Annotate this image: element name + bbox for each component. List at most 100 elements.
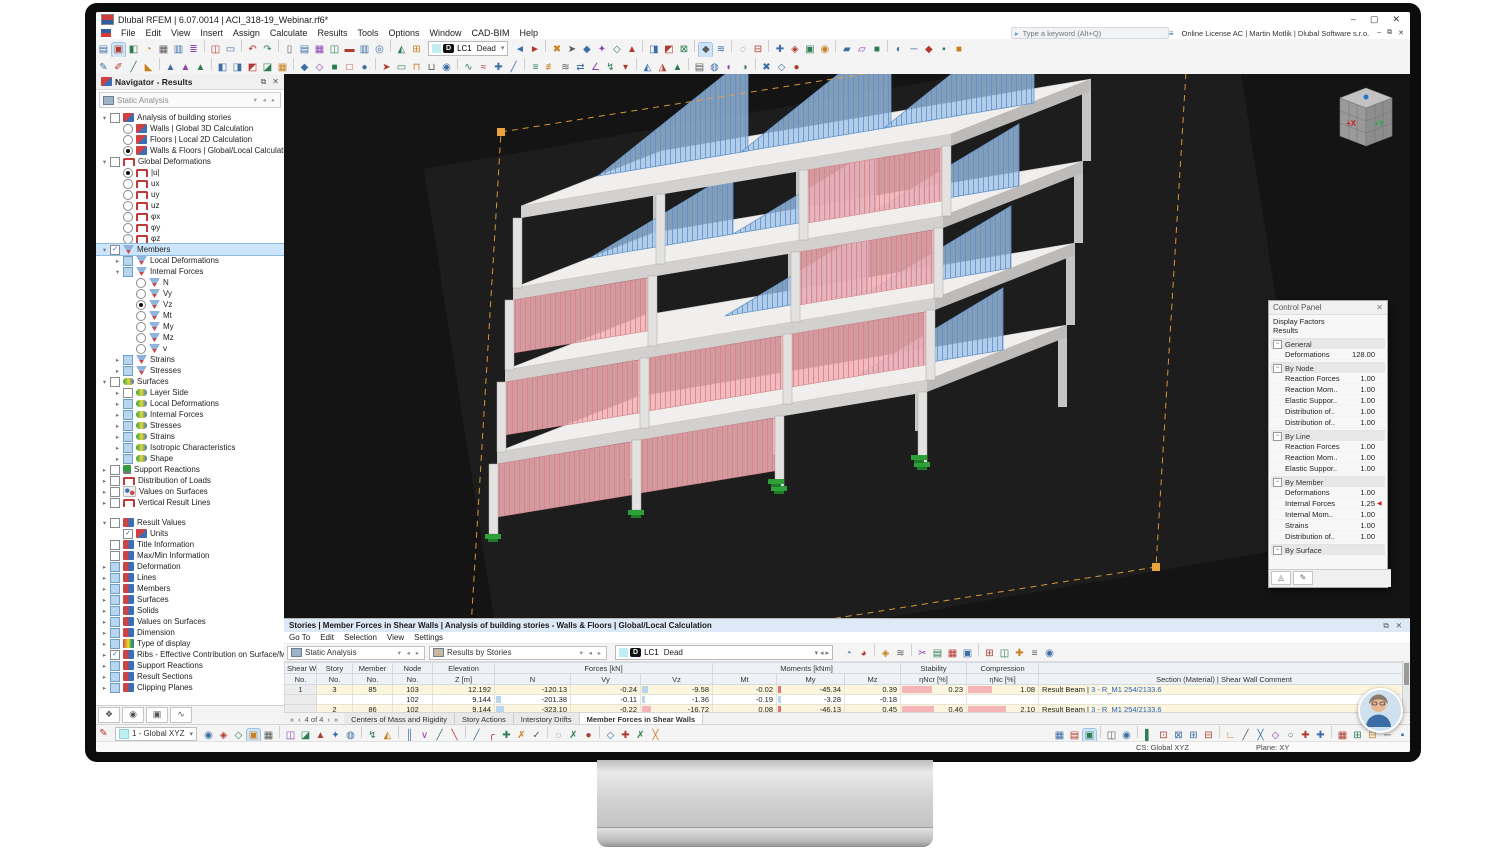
toolbar-icon[interactable]: ∟ xyxy=(1224,729,1237,743)
tree-item[interactable]: ▸Strains xyxy=(96,354,284,365)
toolbar-icon[interactable]: ╳ xyxy=(649,729,662,743)
toolbar-icon[interactable]: ✎ xyxy=(97,61,110,75)
toolbar-icon[interactable]: ► xyxy=(528,43,541,57)
settings-tab-icon[interactable]: ✎ xyxy=(1293,571,1313,585)
toolbar-icon[interactable]: ◆ xyxy=(580,43,593,57)
radio-button[interactable] xyxy=(136,300,146,310)
table-float-icon[interactable]: ⧉ xyxy=(1383,621,1388,631)
tree-item[interactable]: Vy xyxy=(96,288,284,299)
combo-nav-arrows[interactable]: ▾ ◂ ▸ xyxy=(254,96,277,104)
toolbar-icon[interactable]: ⊞ xyxy=(983,647,996,661)
toolbar-icon[interactable]: ↯ xyxy=(366,729,379,743)
toolbar-icon[interactable]: ◇ xyxy=(610,43,623,57)
toolbar-icon[interactable]: ▱ xyxy=(855,43,868,57)
checkbox[interactable] xyxy=(110,551,120,561)
checkbox[interactable] xyxy=(123,454,133,464)
tree-expander-icon[interactable]: ▸ xyxy=(100,629,109,637)
checkbox[interactable] xyxy=(123,355,133,365)
toolbar-icon[interactable]: ◕ xyxy=(857,647,870,661)
tree-item[interactable]: ▾Internal Forces xyxy=(96,266,284,277)
toolbar-icon[interactable]: ◌ xyxy=(552,729,565,743)
toolbar-icon[interactable]: ▰ xyxy=(840,43,853,57)
toolbar-icon[interactable]: ▦ xyxy=(1336,729,1349,743)
radio-button[interactable] xyxy=(123,168,133,178)
toolbar-icon[interactable]: ◄ xyxy=(513,43,526,57)
toolbar-icon[interactable]: ◈ xyxy=(217,729,230,743)
toolbar-icon[interactable]: ◇ xyxy=(604,729,617,743)
toolbar-icon[interactable]: ◣ xyxy=(142,61,155,75)
collapse-icon[interactable]: − xyxy=(1273,340,1282,349)
radio-button[interactable] xyxy=(136,278,146,288)
tree-item[interactable]: ▸Support Reactions xyxy=(96,660,284,671)
tree-expander-icon[interactable]: ▸ xyxy=(100,640,109,648)
toolbar-icon[interactable]: ◇ xyxy=(1269,729,1282,743)
checkbox[interactable] xyxy=(110,672,120,682)
toolbar-icon[interactable]: ≋ xyxy=(714,43,727,57)
collapse-icon[interactable]: − xyxy=(1273,546,1282,555)
tree-item[interactable]: Walls & Floors | Global/Local Calculatio… xyxy=(96,145,284,156)
table-cell[interactable] xyxy=(967,695,1039,705)
toolbar-icon[interactable]: ╳ xyxy=(1254,729,1267,743)
toolbar-icon[interactable]: ▲ xyxy=(625,43,638,57)
toolbar-icon[interactable]: ▣ xyxy=(803,43,816,57)
menu-options[interactable]: Options xyxy=(383,28,424,38)
menu-cad-bim[interactable]: CAD-BIM xyxy=(467,28,515,38)
tree-item[interactable]: ▸Distribution of Loads xyxy=(96,475,284,486)
toolbar-icon[interactable]: □ xyxy=(343,61,356,75)
checkbox[interactable] xyxy=(110,683,120,693)
toolbar-icon[interactable]: ✚ xyxy=(619,729,632,743)
tree-item[interactable]: ▸Stresses xyxy=(96,420,284,431)
factor-value[interactable]: 1.25 xyxy=(1360,499,1375,508)
table-cell[interactable] xyxy=(285,695,317,705)
table-cell[interactable]: -0.24 xyxy=(571,685,641,695)
checkbox[interactable] xyxy=(110,617,120,627)
tree-expander-icon[interactable]: ▸ xyxy=(113,257,122,265)
toolbar-icon[interactable]: ▲ xyxy=(179,61,192,75)
factor-row[interactable]: Internal Forces1.25◀ xyxy=(1271,498,1385,509)
tree-expander-icon[interactable]: ▸ xyxy=(100,488,109,496)
toolbar-icon[interactable]: ▭ xyxy=(395,61,408,75)
toolbar-icon[interactable]: ◉ xyxy=(1043,647,1056,661)
tree-item[interactable]: ✓Units xyxy=(96,528,284,539)
toolbar-icon[interactable]: ◐ xyxy=(892,43,905,57)
tree-expander-icon[interactable]: ▾ xyxy=(100,246,109,254)
toolbar-icon[interactable]: ✐ xyxy=(112,61,125,75)
toolbar-icon[interactable]: ∿ xyxy=(462,61,475,75)
selection-handle-topleft[interactable] xyxy=(497,128,505,136)
table-cell[interactable]: -201.38 xyxy=(495,695,571,705)
comments-tab-icon[interactable]: ❖ xyxy=(98,707,120,723)
table-cell[interactable]: 85 xyxy=(353,685,393,695)
toolbar-icon[interactable]: ✖ xyxy=(760,61,773,75)
tree-item[interactable]: ▸✓Ribs - Effective Contribution on Surfa… xyxy=(96,649,284,660)
toolbar-icon[interactable]: ▤ xyxy=(931,647,944,661)
toolbar-icon[interactable]: ╭ xyxy=(485,729,498,743)
checkbox[interactable] xyxy=(123,267,133,277)
toolbar-icon[interactable]: ▲ xyxy=(164,61,177,75)
toolbar-icon[interactable]: ⊠ xyxy=(677,43,690,57)
table-cell[interactable]: 1.08 xyxy=(967,685,1039,695)
table-header-cell[interactable]: ηNc [%] xyxy=(967,674,1039,685)
toolbar-icon[interactable]: ⊞ xyxy=(410,43,423,57)
tree-item[interactable]: ▸Lines xyxy=(96,572,284,583)
checkbox[interactable] xyxy=(110,113,120,123)
factor-value[interactable]: 1.00 xyxy=(1360,453,1375,462)
tree-item[interactable]: ▸Solids xyxy=(96,605,284,616)
table-cell[interactable]: -0.02 xyxy=(713,685,777,695)
navigation-cube[interactable]: +X +Y xyxy=(1338,86,1394,148)
tree-expander-icon[interactable]: ▸ xyxy=(100,673,109,681)
checkbox[interactable] xyxy=(110,584,120,594)
toolbar-icon[interactable]: ▭ xyxy=(224,43,237,57)
toolbar-icon[interactable]: ▌ xyxy=(1142,729,1155,743)
checkbox[interactable] xyxy=(110,595,120,605)
tree-expander-icon[interactable]: ▸ xyxy=(113,455,122,463)
toolbar-icon[interactable]: ╱ xyxy=(433,729,446,743)
toolbar-icon[interactable]: ⊟ xyxy=(1202,729,1215,743)
tree-item[interactable]: ▸Result Sections xyxy=(96,671,284,682)
toolbar-icon[interactable]: ▪ xyxy=(1396,729,1409,743)
table-cell[interactable]: -45.34 xyxy=(777,685,845,695)
toolbar-icon[interactable]: ✓ xyxy=(530,729,543,743)
toolbar-icon[interactable]: ◫ xyxy=(998,647,1011,661)
toolbar-icon[interactable]: ▣ xyxy=(247,729,260,743)
table-row[interactable]: 1029.144-201.38-0.11-1.36-0.19-3.28-0.18 xyxy=(285,695,1410,705)
factor-row[interactable]: Deformations128.00 xyxy=(1271,349,1385,360)
